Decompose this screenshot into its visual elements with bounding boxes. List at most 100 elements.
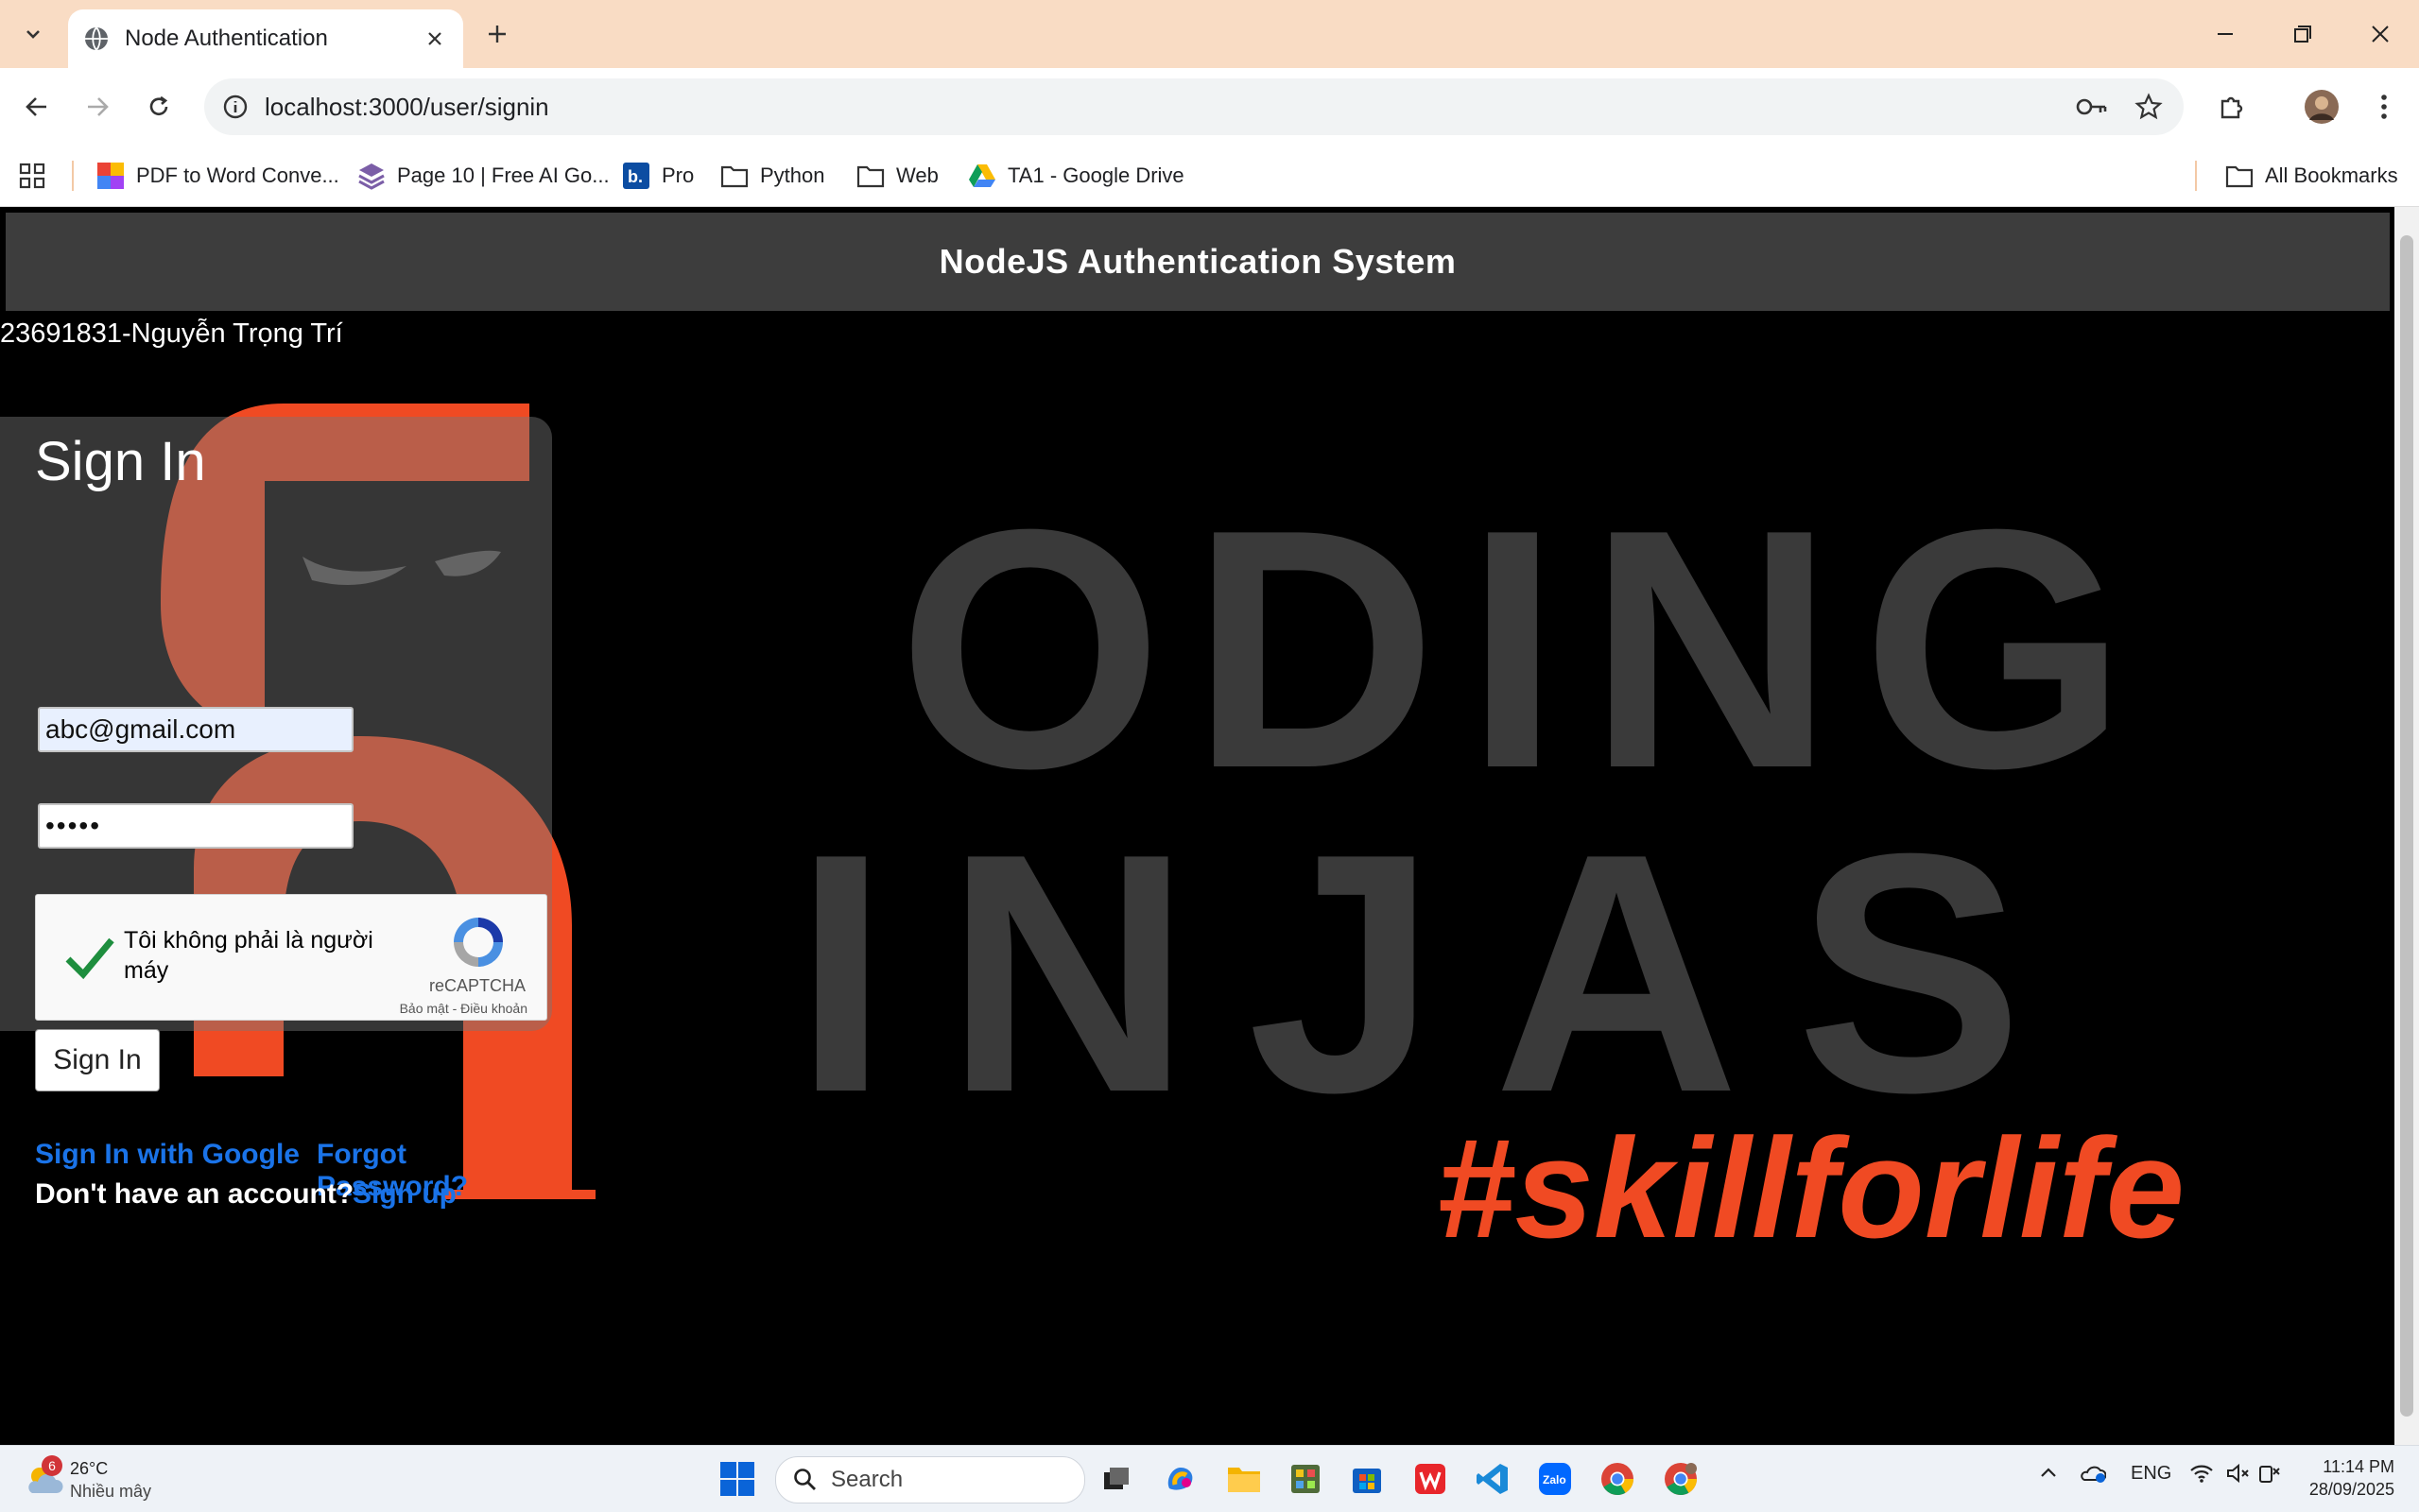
tray-overflow-icon[interactable] xyxy=(2038,1463,2059,1489)
signup-link[interactable]: Sign up xyxy=(353,1178,457,1211)
wps-icon xyxy=(1415,1464,1445,1494)
apps-grid-icon xyxy=(19,163,45,189)
chrome-button[interactable] xyxy=(1596,1457,1639,1501)
bookmark-pdf-to-word[interactable]: PDF to Word Conve... xyxy=(96,157,339,195)
file-explorer-button[interactable] xyxy=(1222,1457,1266,1501)
email-field[interactable] xyxy=(38,707,354,752)
bookmark-google-drive[interactable]: TA1 - Google Drive xyxy=(968,157,1184,195)
bookmark-ai-gen[interactable]: Page 10 | Free AI Go... xyxy=(357,157,610,195)
background-word-line1: ODING xyxy=(898,459,2155,839)
battery-icon[interactable] xyxy=(2257,1463,2282,1489)
microsoft-store-button[interactable] xyxy=(1345,1457,1389,1501)
recaptcha-logo-icon xyxy=(454,918,503,967)
signin-button[interactable]: Sign In xyxy=(35,1029,160,1091)
forward-button[interactable] xyxy=(76,85,119,129)
close-window-button[interactable] xyxy=(2350,11,2410,57)
weather-temp: 26°C xyxy=(70,1459,109,1478)
search-label: Search xyxy=(831,1467,904,1492)
new-tab-button[interactable] xyxy=(476,13,518,55)
browser-tab-strip: Node Authentication xyxy=(0,0,2419,68)
start-button[interactable] xyxy=(716,1457,759,1501)
chrome-icon xyxy=(1601,1463,1633,1495)
vscode-button[interactable] xyxy=(1471,1457,1514,1501)
extensions-button[interactable] xyxy=(2210,85,2254,129)
apps-button[interactable] xyxy=(19,157,45,195)
recaptcha-terms-link[interactable]: Bảo mật - Điều khoản xyxy=(400,1001,527,1016)
folder-icon xyxy=(2225,162,2254,190)
wps-office-button[interactable] xyxy=(1408,1457,1452,1501)
background-word-line2: INJAS xyxy=(794,783,2080,1163)
weather-condition: Nhiều mây xyxy=(70,1482,152,1501)
folder-icon xyxy=(856,162,885,190)
task-view-icon xyxy=(1104,1468,1129,1489)
password-key-icon[interactable] xyxy=(2070,85,2114,129)
recaptcha-widget[interactable]: Tôi không phải là người máy reCAPTCHA Bả… xyxy=(35,894,547,1021)
page-scrollbar[interactable] xyxy=(2394,207,2419,1445)
task-view-button[interactable] xyxy=(1095,1457,1138,1501)
web-page: ODING INJAS #skillforlife NodeJS Authent… xyxy=(0,207,2394,1445)
student-id-label: 23691831-Nguyễn Trọng Trí xyxy=(0,318,343,349)
bookmark-label: TA1 - Google Drive xyxy=(1008,163,1184,187)
restore-button[interactable] xyxy=(2272,11,2333,57)
weather-widget[interactable]: 6 26°C Nhiều mây xyxy=(25,1453,176,1506)
wifi-icon[interactable] xyxy=(2189,1463,2214,1489)
bookmarks-bar: PDF to Word Conve... Page 10 | Free AI G… xyxy=(0,146,2419,207)
close-icon xyxy=(2372,26,2389,43)
avatar xyxy=(2305,90,2339,124)
check-icon[interactable] xyxy=(60,929,117,986)
copilot-button[interactable] xyxy=(1159,1457,1202,1501)
language-indicator[interactable]: ENG xyxy=(2131,1463,2171,1485)
booking-icon: b. xyxy=(622,162,650,190)
reload-button[interactable] xyxy=(137,85,181,129)
weather-badge: 6 xyxy=(42,1455,62,1476)
chrome-icon xyxy=(1665,1463,1697,1495)
all-bookmarks-button[interactable]: All Bookmarks xyxy=(2225,157,2398,195)
clock-time: 11:14 PM xyxy=(2323,1457,2394,1476)
vscode-icon xyxy=(1477,1464,1508,1494)
bookmark-divider xyxy=(72,161,74,191)
chrome-profile-button[interactable] xyxy=(1659,1457,1702,1501)
bookmark-pro[interactable]: b. Pro xyxy=(622,157,694,195)
svg-text:Zalo: Zalo xyxy=(1543,1473,1566,1486)
bookmark-folder-web[interactable]: Web xyxy=(856,157,939,195)
page-title: NodeJS Authentication System xyxy=(939,242,1457,281)
bookmark-star-icon[interactable] xyxy=(2127,85,2170,129)
browser-menu-button[interactable] xyxy=(2362,85,2406,129)
bookmark-label: Page 10 | Free AI Go... xyxy=(397,163,610,187)
reload-icon xyxy=(149,95,168,115)
scrollbar-thumb[interactable] xyxy=(2400,235,2413,1417)
site-info-icon[interactable] xyxy=(217,89,253,125)
url-text[interactable]: localhost:3000/user/signin xyxy=(265,93,2070,122)
volume-icon[interactable] xyxy=(2225,1463,2250,1489)
search-icon xyxy=(794,1469,816,1490)
app-button-gallery[interactable] xyxy=(1284,1457,1327,1501)
google-signin-link[interactable]: Sign In with Google xyxy=(35,1139,300,1171)
profile-avatar[interactable] xyxy=(2300,85,2343,129)
bookmark-folder-python[interactable]: Python xyxy=(720,157,825,195)
password-field[interactable] xyxy=(38,803,354,849)
address-bar[interactable]: localhost:3000/user/signin xyxy=(204,78,2184,135)
active-tab[interactable]: Node Authentication xyxy=(68,9,463,68)
zalo-icon: Zalo xyxy=(1539,1463,1571,1495)
chevron-down-icon xyxy=(26,30,40,39)
windows-logo-icon xyxy=(720,1462,754,1496)
zalo-button[interactable]: Zalo xyxy=(1533,1457,1577,1501)
tab-search-button[interactable] xyxy=(8,11,59,57)
back-button[interactable] xyxy=(15,85,59,129)
onedrive-icon[interactable] xyxy=(2080,1463,2107,1489)
bookmark-label: PDF to Word Conve... xyxy=(136,163,339,187)
folder-icon xyxy=(1228,1468,1260,1492)
bookmark-label: Web xyxy=(896,163,939,187)
pdf-app-icon xyxy=(96,162,125,190)
tab-close-icon[interactable] xyxy=(416,20,454,58)
signin-title: Sign In xyxy=(35,431,206,492)
system-clock[interactable]: 11:14 PM 28/09/2025 xyxy=(2309,1455,2394,1501)
arrow-right-icon xyxy=(88,97,109,116)
tagline: #skillforlife xyxy=(1436,1108,2185,1267)
recaptcha-brand: reCAPTCHA xyxy=(428,976,526,995)
restore-icon xyxy=(2294,26,2311,43)
taskbar-search[interactable]: Search xyxy=(775,1456,1085,1503)
recaptcha-label: Tôi không phải là người máy xyxy=(124,927,373,984)
svg-text:b.: b. xyxy=(628,167,643,186)
minimize-button[interactable] xyxy=(2195,11,2255,57)
